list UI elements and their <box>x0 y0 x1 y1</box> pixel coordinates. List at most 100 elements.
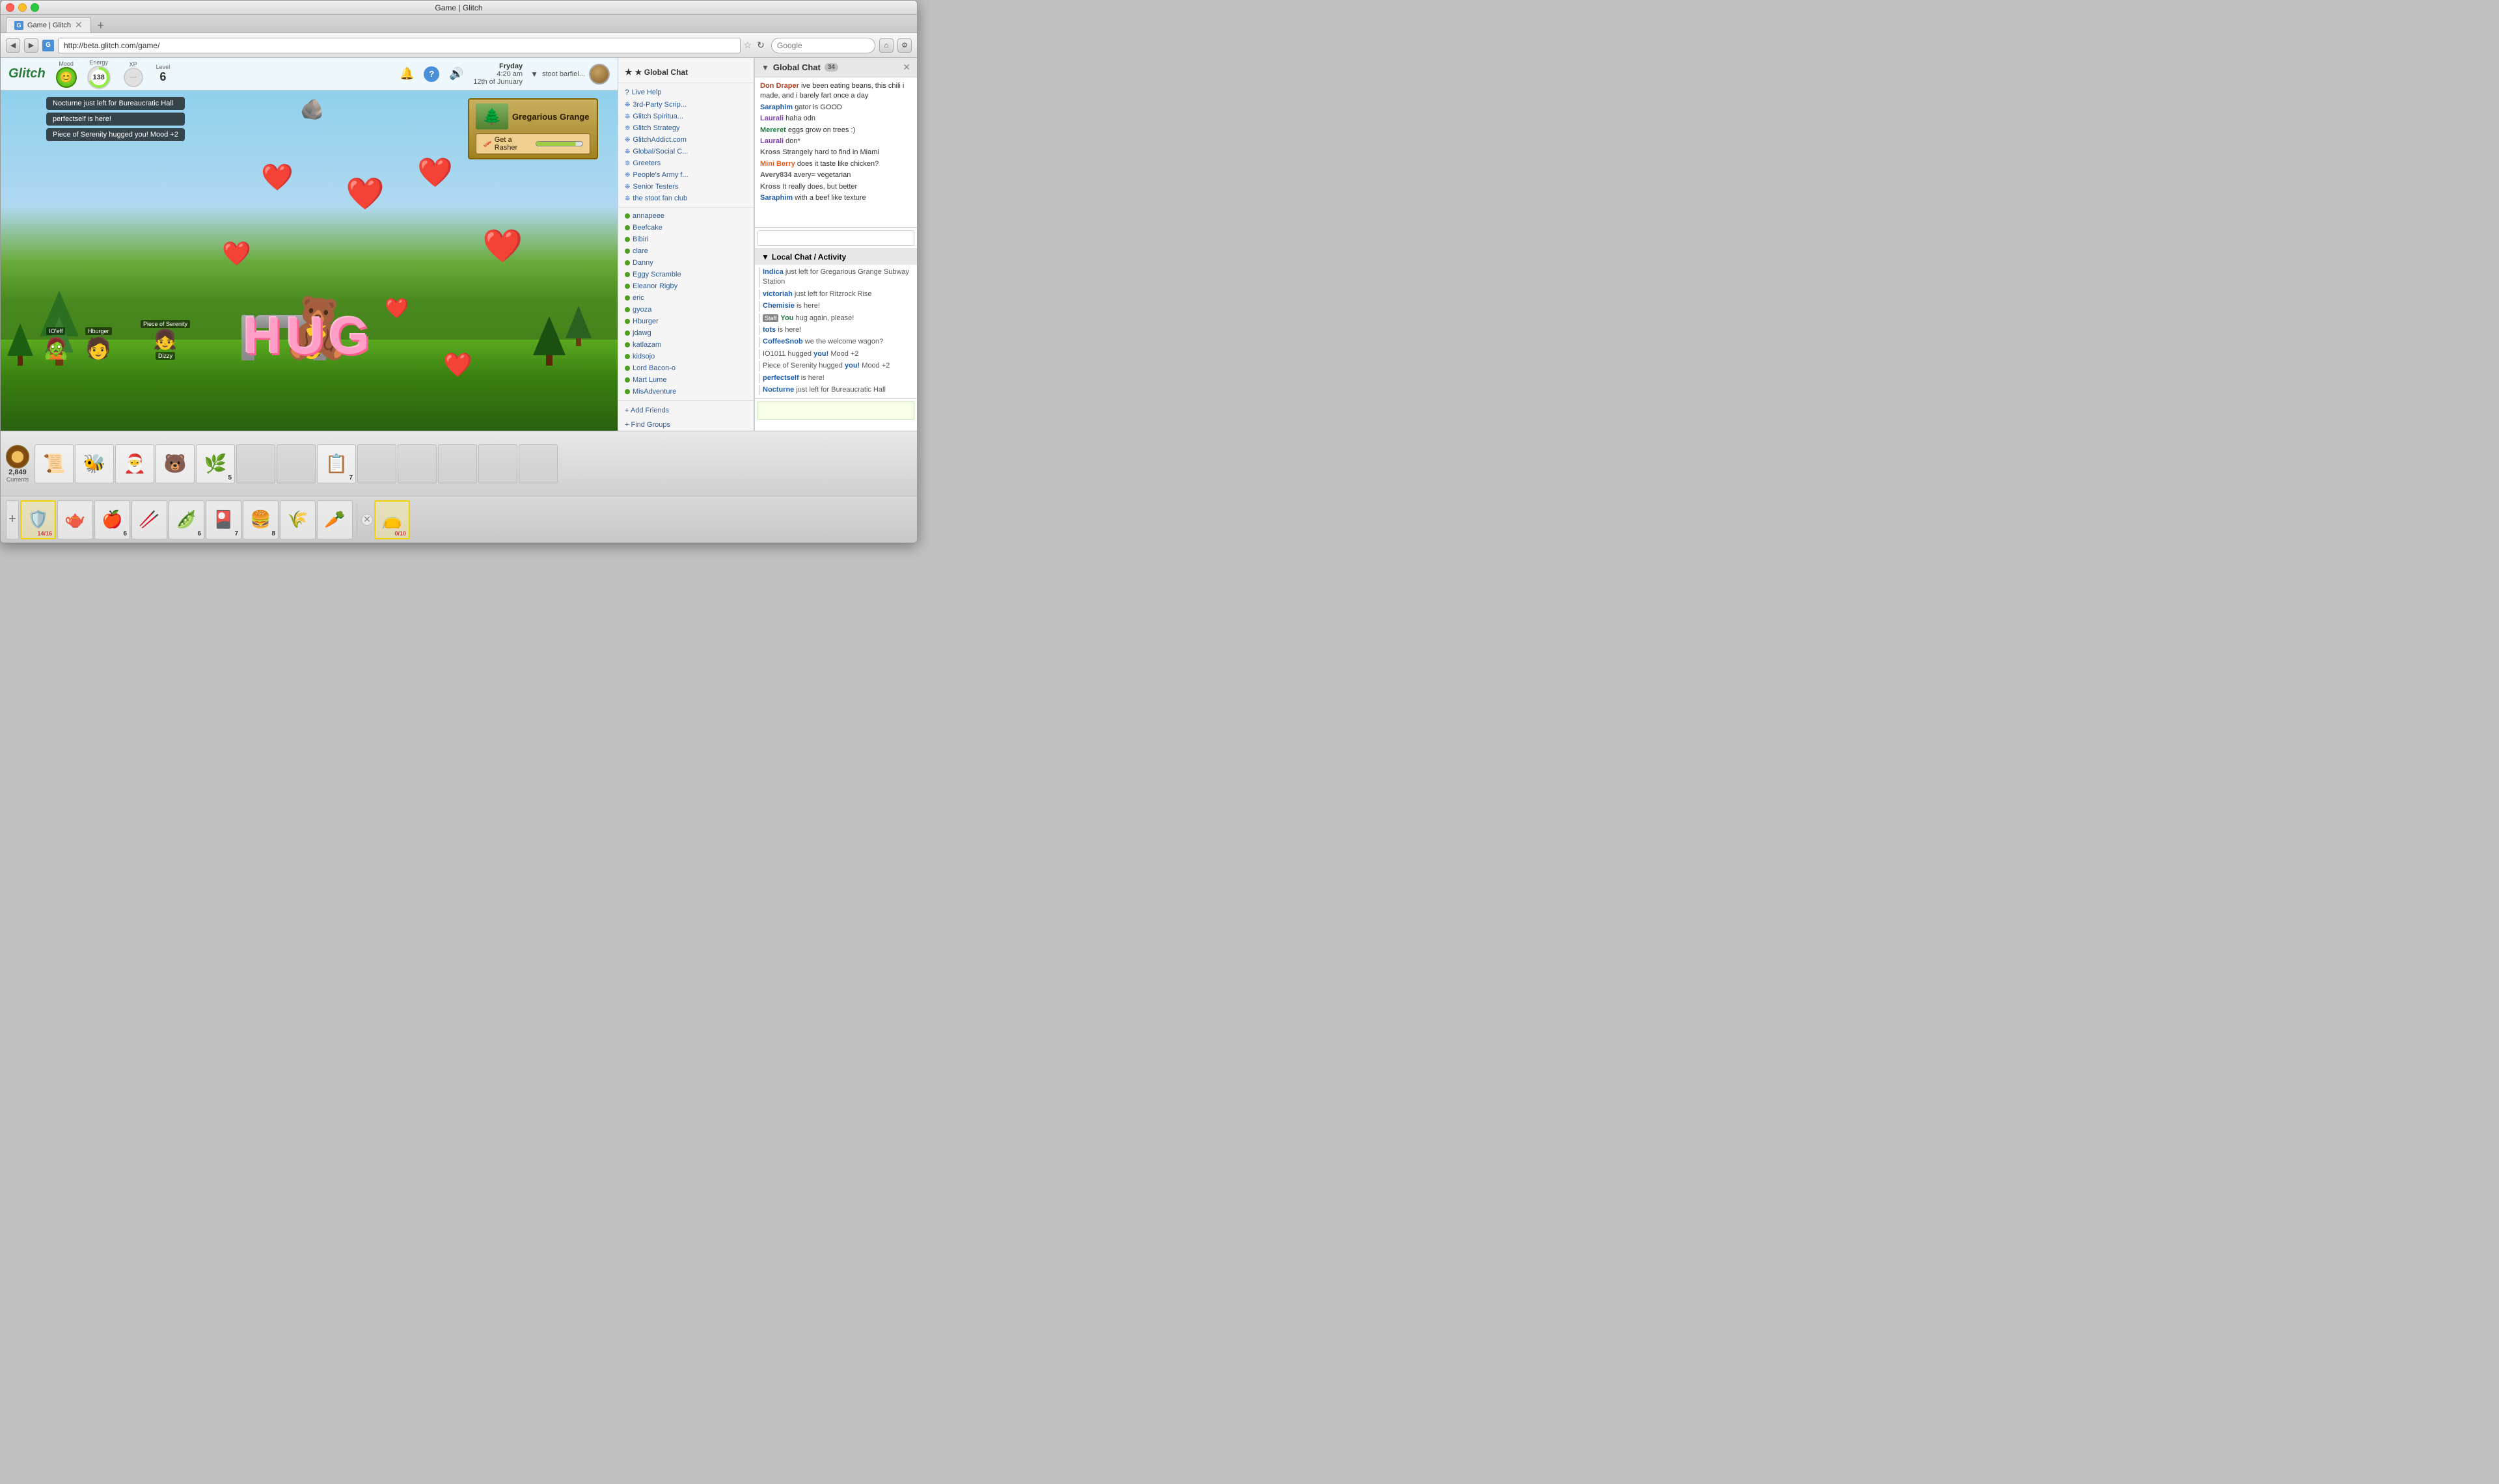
sidebar-item-clare[interactable]: clare <box>618 245 754 257</box>
local-chat-input[interactable] <box>758 401 914 420</box>
inv-slot-11[interactable] <box>478 444 517 483</box>
online-dot <box>625 307 630 312</box>
new-tab-button[interactable]: + <box>94 18 108 33</box>
chat-overlay: Nocturne just left for Bureaucratic Hall… <box>46 97 185 141</box>
address-bar-area: ☆ ↻ <box>58 38 767 53</box>
sidebar-item-glitchstrategy[interactable]: ❊ Glitch Strategy <box>618 122 754 134</box>
inv-slot2-7[interactable]: 🌾 <box>280 500 316 539</box>
sidebar-item-peoplesarmy[interactable]: ❊ People's Army f... <box>618 169 754 181</box>
sidebar-item-seniortester[interactable]: ❊ Senior Testers <box>618 181 754 193</box>
inv-slot-7[interactable]: 📋 7 <box>317 444 356 483</box>
inv-slot-12[interactable] <box>519 444 558 483</box>
sidebar-item-katlazam[interactable]: katlazam <box>618 339 754 351</box>
online-dot <box>625 284 630 289</box>
address-input[interactable] <box>58 38 741 53</box>
inv-slot2-0[interactable]: 🛡️ 14/16 <box>20 500 56 539</box>
online-dot <box>625 213 630 219</box>
global-chat-input[interactable] <box>758 230 914 246</box>
sidebar-item-danny[interactable]: Danny <box>618 257 754 269</box>
inv-slot-6[interactable] <box>277 444 316 483</box>
local-chat-title: Local Chat / Activity <box>772 252 846 262</box>
user-profile[interactable]: ▼ stoot barfiel... <box>530 64 610 85</box>
sidebar-item-annapeee[interactable]: annapeee <box>618 210 754 222</box>
search-input[interactable] <box>771 38 875 53</box>
inv-slot-10[interactable] <box>438 444 477 483</box>
close-button[interactable] <box>6 3 14 12</box>
tab-close-icon[interactable]: ✕ <box>75 20 83 31</box>
online-dot <box>625 225 630 230</box>
date-text: 12th of Junuary <box>473 78 523 86</box>
browser-window: Game | Glitch G Game | Glitch ✕ + ◀ ▶ G … <box>0 0 918 543</box>
get-rasher-button[interactable]: 🥓 Get a Rasher <box>476 133 590 154</box>
tab-favicon: G <box>14 21 23 30</box>
inv-slot-5[interactable] <box>236 444 275 483</box>
inv-slot2-4[interactable]: 🫛 6 <box>169 500 204 539</box>
inv-slot2-8[interactable]: 🥕 <box>317 500 353 539</box>
chat-msg-1: Saraphim gator is GOOD <box>760 103 912 113</box>
sidebar-item-bibiri[interactable]: Bibiri <box>618 234 754 245</box>
inv-slot-9[interactable] <box>398 444 437 483</box>
sidebar-item-globalsocial[interactable]: ❊ Global/Social C... <box>618 146 754 157</box>
add-friends-button[interactable]: + Add Friends <box>618 403 754 418</box>
sidebar-item-glitchaddict[interactable]: ❊ GlitchAddict.com <box>618 134 754 146</box>
sidebar-divider-2 <box>618 207 754 208</box>
chat-msg-3: Mereret eggs grow on trees :) <box>760 126 912 135</box>
tree-right-2 <box>566 306 592 346</box>
sidebar-item-eric[interactable]: eric <box>618 292 754 304</box>
game-viewport[interactable]: Glitch Mood 😊 Energy 138 XP — <box>1 58 618 431</box>
add-inventory-button[interactable]: + <box>6 500 19 539</box>
home-button[interactable]: ⌂ <box>879 38 894 53</box>
inv-slot2-3[interactable]: 🥢 <box>131 500 167 539</box>
xp-indicator: — <box>124 68 143 87</box>
notification-button[interactable]: 🔔 <box>398 65 416 83</box>
sidebar-item-lordbacon[interactable]: Lord Bacon-o <box>618 362 754 374</box>
back-button[interactable]: ◀ <box>6 38 20 53</box>
inv-slot2-6[interactable]: 🍔 8 <box>243 500 279 539</box>
sidebar-item-jdawg[interactable]: jdawg <box>618 327 754 339</box>
sidebar-item-gyoza[interactable]: gyoza <box>618 304 754 316</box>
extensions-button[interactable]: ⚙ <box>897 38 912 53</box>
mood-stat: Mood 😊 <box>56 61 77 88</box>
chat-msg-0: Don Draper ive been eating beans, this c… <box>760 81 912 101</box>
inv-slot-8[interactable] <box>357 444 396 483</box>
reload-button[interactable]: ↻ <box>754 39 767 52</box>
inv-slot-4[interactable]: 🌿 5 <box>196 444 235 483</box>
sidebar-item-hburger[interactable]: Hburger <box>618 316 754 327</box>
inv-slot-3[interactable]: 🐻 <box>156 444 195 483</box>
forward-button[interactable]: ▶ <box>24 38 38 53</box>
sidebar-item-beefcake[interactable]: Beefcake <box>618 222 754 234</box>
inv-slot2-5[interactable]: 🎴 7 <box>206 500 241 539</box>
sidebar-item-3rdparty[interactable]: ❊ 3rd-Party Scrip... <box>618 99 754 111</box>
sound-button[interactable]: 🔊 <box>447 65 465 83</box>
inv-slot2-2[interactable]: 🍎 6 <box>94 500 130 539</box>
sidebar-item-eggyscramble[interactable]: Eggy Scramble <box>618 269 754 280</box>
sidebar-item-glitchspiritual[interactable]: ❊ Glitch Spiritua... <box>618 111 754 122</box>
inv-slot-2[interactable]: 🎅 <box>115 444 154 483</box>
help-button[interactable]: ? <box>424 66 439 82</box>
inv-bag-slot[interactable]: 👝 0/10 <box>374 500 410 539</box>
minimize-button[interactable] <box>18 3 27 12</box>
active-tab[interactable]: G Game | Glitch ✕ <box>6 17 91 33</box>
chat-bubble-2: perfectself is here! <box>46 113 185 126</box>
sidebar-item-livehelp[interactable]: ? Live Help <box>618 86 754 99</box>
global-chat-collapse-icon[interactable]: ▼ <box>761 63 769 72</box>
sidebar-item-eleanorrigby[interactable]: Eleanor Rigby <box>618 280 754 292</box>
energy-value: 138 <box>91 70 107 85</box>
inv-slot2-1[interactable]: 🫖 <box>57 500 93 539</box>
find-groups-button[interactable]: + Find Groups <box>618 418 754 431</box>
sidebar-item-kidsojo[interactable]: kidsojo <box>618 351 754 362</box>
inv-slot-1[interactable]: 🐝 <box>75 444 114 483</box>
local-chat-header[interactable]: ▼ Local Chat / Activity <box>755 249 917 265</box>
inv-slot-0[interactable]: 📜 <box>34 444 74 483</box>
bookmark-icon[interactable]: ☆ <box>743 40 752 51</box>
sidebar-item-greeters[interactable]: ❊ Greeters <box>618 157 754 169</box>
remove-inventory-button[interactable]: ✕ <box>361 514 373 526</box>
sidebar-item-martlume[interactable]: Mart Lume <box>618 374 754 386</box>
sidebar-item-misadventure[interactable]: MisAdventure <box>618 386 754 398</box>
global-chat-input-area <box>755 227 917 249</box>
local-msg-5: CoffeeSnob we the welcome wagon? <box>759 337 913 347</box>
sidebar-item-stootfanclub[interactable]: ❊ the stoot fan club <box>618 193 754 204</box>
maximize-button[interactable] <box>31 3 39 12</box>
inventory-bar-top: ⬤ 2,849 Currents 📜 🐝 🎅 🐻 🌿 5 📋 7 <box>1 431 917 496</box>
global-chat-close-button[interactable]: ✕ <box>903 62 910 73</box>
